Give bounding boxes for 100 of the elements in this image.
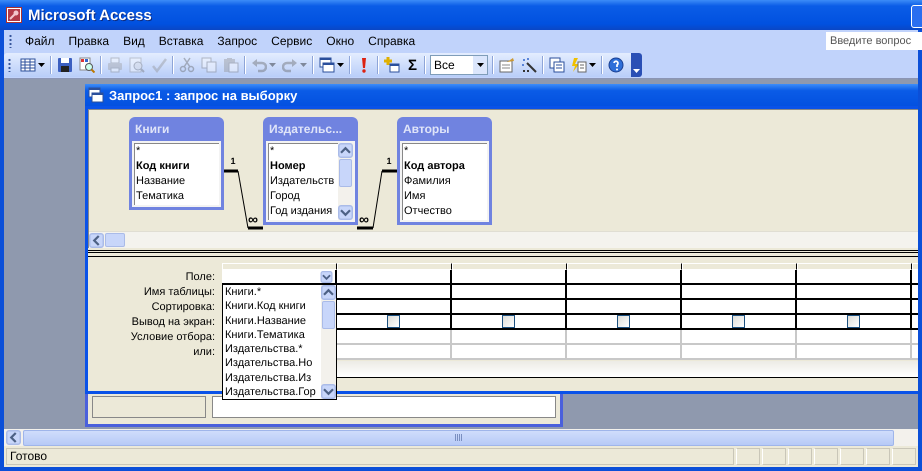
table-title: Издательс...: [268, 121, 344, 138]
datasheet-icon: [20, 57, 36, 73]
menu-item[interactable]: Вставка: [152, 34, 210, 48]
field-item[interactable]: Название: [136, 174, 217, 189]
grid-cell[interactable]: [567, 315, 682, 330]
dropdown-button[interactable]: [320, 270, 333, 282]
field-item[interactable]: Город: [270, 189, 336, 204]
vertical-scrollbar[interactable]: [321, 285, 336, 399]
field-item[interactable]: *: [136, 144, 217, 159]
field-item[interactable]: Фамилия: [404, 174, 485, 189]
checkbox[interactable]: [617, 315, 630, 328]
list-item[interactable]: Издательства.*: [225, 342, 321, 356]
menu-item[interactable]: Запрос: [210, 34, 264, 48]
scroll-thumb[interactable]: [322, 301, 335, 329]
list-item[interactable]: Издательства.Из: [225, 370, 321, 386]
field-item[interactable]: Тематика: [136, 189, 217, 204]
text-field[interactable]: [212, 396, 556, 418]
checkbox[interactable]: [847, 315, 860, 328]
list-item[interactable]: Издательства.Но: [225, 356, 321, 371]
list-item[interactable]: Издательства.Гор: [225, 385, 321, 399]
menu-item[interactable]: Справка: [361, 34, 422, 48]
key-icon: [6, 7, 22, 23]
checkbox[interactable]: [502, 315, 515, 328]
checkbox[interactable]: [387, 315, 400, 328]
caret-icon: [589, 63, 596, 67]
grid-cell[interactable]: [682, 315, 797, 330]
status-panel: [892, 448, 916, 465]
grid-cell[interactable]: [797, 270, 912, 285]
key-field[interactable]: Код автора: [404, 159, 485, 174]
grid-cell[interactable]: [337, 285, 452, 300]
scroll-up-button[interactable]: [321, 285, 336, 300]
menu-item[interactable]: Сервис: [264, 34, 320, 48]
help-search-field[interactable]: Введите вопрос: [826, 32, 922, 50]
menu-item[interactable]: Файл: [18, 34, 62, 48]
menu-item[interactable]: Правка: [62, 34, 116, 48]
field-item[interactable]: Издательств: [270, 174, 336, 189]
list-item[interactable]: Книги.*: [225, 285, 321, 300]
grid-cell[interactable]: [797, 285, 912, 300]
vertical-scrollbar[interactable]: [338, 143, 353, 220]
many-label: ∞: [248, 211, 258, 227]
table-title: Авторы: [402, 121, 451, 138]
field-item[interactable]: Отчество: [404, 204, 485, 219]
scroll-down-button[interactable]: [321, 384, 336, 399]
key-field[interactable]: Номер: [270, 159, 336, 174]
scissors-icon: [179, 57, 195, 73]
grid-cell[interactable]: [452, 300, 567, 315]
table-box[interactable]: Издательс... * Номер Издательств Город Год издания: [263, 117, 358, 225]
grid-cell[interactable]: [567, 270, 682, 285]
grid-cell[interactable]: [337, 315, 452, 330]
grid-cell[interactable]: [452, 315, 567, 330]
grid-cell[interactable]: [682, 300, 797, 315]
grid-cell[interactable]: [797, 315, 912, 330]
caret-icon: [269, 63, 276, 67]
grid-cell[interactable]: [797, 300, 912, 315]
field-item[interactable]: *: [270, 144, 336, 159]
scroll-down-button[interactable]: [338, 205, 353, 220]
splitter-bar[interactable]: [88, 250, 918, 257]
grid-cell[interactable]: [567, 285, 682, 300]
grid-cell[interactable]: [337, 270, 452, 285]
grid-cell[interactable]: [567, 300, 682, 315]
totals-button[interactable]: Σ: [403, 54, 422, 76]
list-item[interactable]: Книги.Тематика: [225, 328, 321, 342]
text-field[interactable]: [92, 396, 206, 418]
top-values-dropdown[interactable]: Все: [430, 55, 488, 75]
field-item[interactable]: Имя: [404, 189, 485, 204]
field-item[interactable]: *: [404, 144, 485, 159]
relationship-line: [357, 170, 397, 230]
one-label: 1: [386, 156, 392, 166]
checkbox[interactable]: [732, 315, 745, 328]
table-title: Книги: [134, 121, 170, 138]
status-panel: [788, 448, 812, 465]
status-panel: [866, 448, 890, 465]
grid-cell[interactable]: [452, 285, 567, 300]
grid-cell[interactable]: [452, 270, 567, 285]
row-label: Имя таблицы:: [142, 285, 216, 300]
field-item[interactable]: Год издания: [270, 204, 336, 219]
grid-cell[interactable]: [337, 300, 452, 315]
toolbar-options-button[interactable]: [631, 53, 642, 77]
grid-cell[interactable]: [222, 270, 337, 285]
scroll-left-button[interactable]: [89, 232, 104, 248]
copy-icon: [201, 57, 217, 73]
status-panel: [762, 448, 786, 465]
scroll-thumb[interactable]: [339, 159, 352, 187]
table-box[interactable]: Книги * Код книги Название Тематика: [129, 117, 224, 210]
grip-icon: [8, 58, 11, 72]
row-label: Условие отбора:: [130, 330, 216, 345]
help-icon: [608, 57, 624, 73]
clipboard-icon: [223, 57, 239, 73]
scroll-left-button[interactable]: [6, 430, 21, 445]
grid-cell[interactable]: [682, 285, 797, 300]
checkmark-icon: [151, 57, 167, 73]
menu-item[interactable]: Вид: [116, 34, 152, 48]
scroll-up-button[interactable]: [338, 143, 353, 158]
list-item[interactable]: Книги.Название: [225, 314, 321, 328]
key-field[interactable]: Код книги: [136, 159, 217, 174]
menu-item[interactable]: Окно: [319, 34, 362, 48]
grid-cell[interactable]: [682, 270, 797, 285]
scroll-thumb[interactable]: [105, 233, 125, 247]
list-item[interactable]: Книги.Код книги: [225, 299, 321, 314]
table-box[interactable]: Авторы * Код автора Фамилия Имя Отчество: [397, 117, 492, 225]
